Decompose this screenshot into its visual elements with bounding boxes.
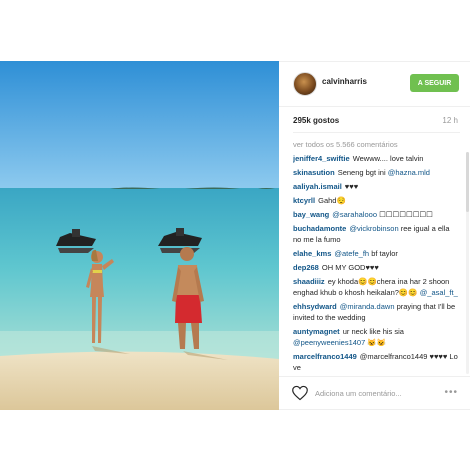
scrollbar-thumb[interactable] <box>466 152 469 212</box>
post-photo[interactable] <box>0 61 279 410</box>
post-card: calvinharris A SEGUIR 295k gostos 12 h v… <box>0 61 470 410</box>
comment: buchadamonte @vickrobinson ree igual a el… <box>293 223 459 245</box>
comment-mention[interactable]: @peenyweenies1407 😺😺 <box>293 338 386 347</box>
beach-photo <box>0 61 279 410</box>
comments-scrollbar[interactable] <box>466 152 469 374</box>
comment-footer: Adiciona um comentário... ••• <box>279 376 470 412</box>
comment-mention[interactable]: @_asal_ft_ <box>420 288 458 297</box>
post-sidebar: calvinharris A SEGUIR 295k gostos 12 h v… <box>279 61 470 410</box>
likes-count[interactable]: 295k gostos <box>293 116 339 125</box>
post-header: calvinharris A SEGUIR <box>279 62 470 107</box>
divider <box>293 132 460 133</box>
comment-text: ur neck like his sia <box>342 327 404 336</box>
comment: marcelfranco1449 @marcelfranco1449 ♥♥♥♥ L… <box>293 351 459 373</box>
comment: shaadiiiz ey khoda😊😊chera ina har 2 shoon… <box>293 276 459 298</box>
post-username[interactable]: calvinharris <box>322 77 367 86</box>
comment-text: Wewww.... love talvin <box>352 154 424 163</box>
comment: ktcyrll Gahd😌 <box>293 195 459 206</box>
comment: elahe_kms @atefe_fh bf taylor <box>293 248 459 259</box>
comment-mention[interactable]: @sarahalooo <box>332 210 377 219</box>
comment: jeniffer4_swiftie Wewww.... love talvin <box>293 153 459 164</box>
comment-mention[interactable]: @atefe_fh <box>334 249 369 258</box>
view-all-comments-link[interactable]: ver todos os 5.566 comentários <box>293 140 398 149</box>
comment-username[interactable]: buchadamonte <box>293 224 346 233</box>
comment-username[interactable]: elahe_kms <box>293 249 331 258</box>
comment: ehhsydward @miranda.dawn praying that I'l… <box>293 301 459 323</box>
comment-username[interactable]: skinasution <box>293 168 335 177</box>
heart-outline-icon[interactable] <box>291 385 309 401</box>
comment-username[interactable]: jeniffer4_swiftie <box>293 154 350 163</box>
comment-mention[interactable]: @hazna.mld <box>388 168 430 177</box>
comment: dep268 OH MY GOD♥♥♥ <box>293 262 459 273</box>
comment-text: ☐☐☐☐☐☐☐☐ <box>377 210 433 219</box>
follow-button[interactable]: A SEGUIR <box>410 74 459 92</box>
comments-list: jeniffer4_swiftie Wewww.... love talvin s… <box>293 153 459 373</box>
comment-text: ♥♥♥ <box>344 182 359 191</box>
comment-username[interactable]: shaadiiiz <box>293 277 325 286</box>
avatar[interactable] <box>293 72 317 96</box>
comment: aaliyah.ismail ♥♥♥ <box>293 181 459 192</box>
comment: auntymagnet ur neck like his sia @peenywe… <box>293 326 459 348</box>
comment-text: OH MY GOD♥♥♥ <box>321 263 379 272</box>
comment-mention[interactable]: @miranda.dawn <box>340 302 395 311</box>
comment-text: Seneng bgt ini <box>337 168 388 177</box>
comment-username[interactable]: ktcyrll <box>293 196 315 205</box>
comment-text: bf taylor <box>369 249 398 258</box>
comment-username[interactable]: bay_wang <box>293 210 329 219</box>
comment-username[interactable]: auntymagnet <box>293 327 340 336</box>
comment-username[interactable]: aaliyah.ismail <box>293 182 342 191</box>
comment-username[interactable]: ehhsydward <box>293 302 337 311</box>
comment: skinasution Seneng bgt ini @hazna.mld <box>293 167 459 178</box>
comment-mention[interactable]: @vickrobinson <box>349 224 398 233</box>
comment-text: Gahd😌 <box>318 196 346 205</box>
comment-username[interactable]: dep268 <box>293 263 319 272</box>
post-time[interactable]: 12 h <box>442 116 458 125</box>
add-comment-input[interactable]: Adiciona um comentário... <box>315 389 402 398</box>
comment-username[interactable]: marcelfranco1449 <box>293 352 357 361</box>
more-dots-icon[interactable]: ••• <box>444 387 458 398</box>
comment: bay_wang @sarahalooo ☐☐☐☐☐☐☐☐ <box>293 209 459 220</box>
